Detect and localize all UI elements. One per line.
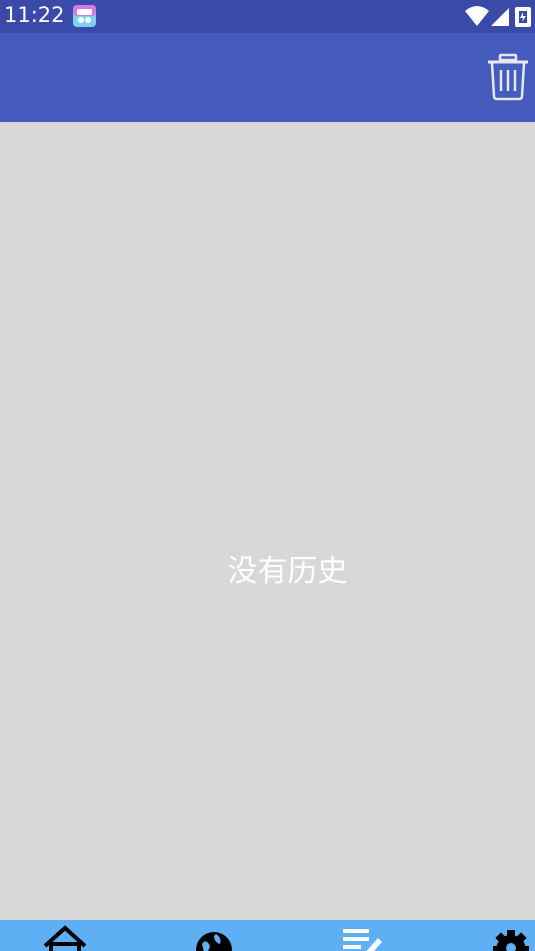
- battery-icon: [515, 7, 531, 27]
- bottom-navigation: [0, 920, 535, 951]
- cellular-signal-icon: [491, 8, 509, 26]
- gear-icon: [493, 930, 529, 951]
- wifi-icon: [465, 6, 489, 26]
- history-list: 没有历史: [0, 122, 535, 920]
- nav-item-globe[interactable]: [192, 924, 252, 951]
- nav-item-notes[interactable]: [340, 924, 400, 951]
- status-bar: 11:22: [0, 0, 535, 33]
- delete-history-button[interactable]: [485, 53, 531, 103]
- status-icons: [463, 4, 535, 28]
- empty-history-message: 没有历史: [227, 554, 348, 589]
- app-bar: [0, 33, 535, 122]
- globe-icon: [196, 932, 232, 951]
- notes-edit-icon: [343, 929, 382, 951]
- nav-item-home[interactable]: [40, 924, 100, 951]
- home-icon: [43, 925, 87, 951]
- app-icon: [72, 4, 97, 28]
- status-time: 11:22: [4, 3, 65, 27]
- screen: 11:22 没有历史: [0, 0, 535, 951]
- nav-item-settings[interactable]: [490, 924, 535, 951]
- trash-icon: [488, 53, 528, 101]
